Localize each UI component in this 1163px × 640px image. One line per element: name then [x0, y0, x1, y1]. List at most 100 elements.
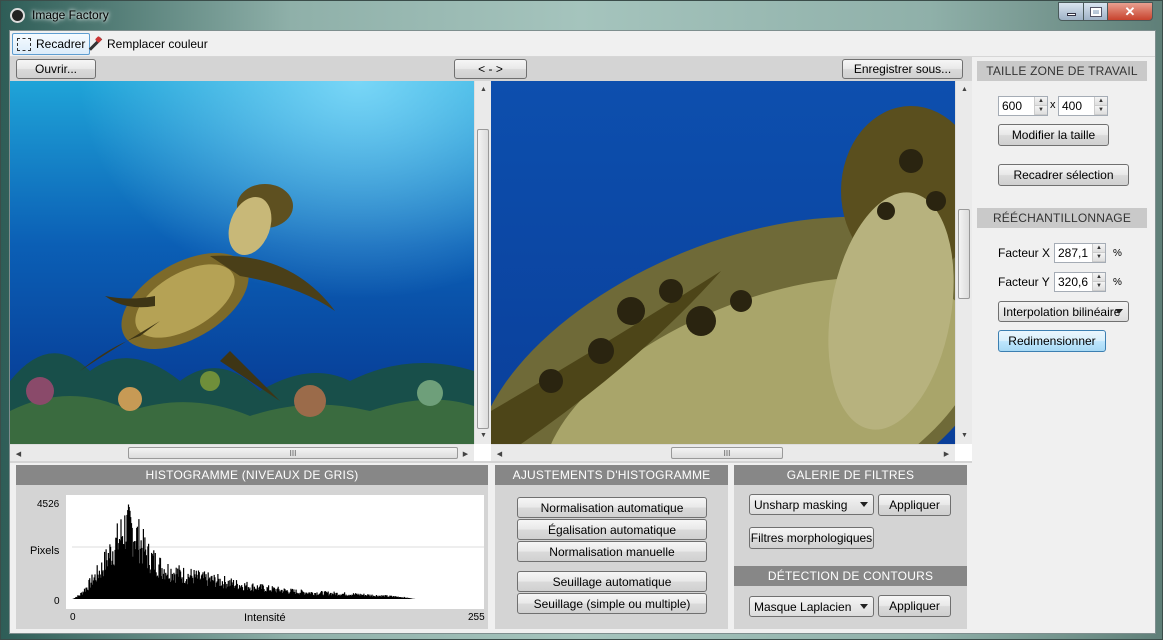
maximize-icon [1089, 6, 1102, 17]
y-axis-max: 4526 [37, 499, 60, 510]
scroll-down-arrow-icon[interactable]: ▼ [956, 427, 972, 444]
replace-color-label: Remplacer couleur [107, 37, 208, 51]
workspace-width-input[interactable]: 600 ▲ ▼ [998, 96, 1048, 116]
chevron-down-icon [1115, 309, 1123, 314]
crop-selection-icon [17, 37, 31, 51]
original-horizontal-scrollbar[interactable]: ◀ III ▶ [10, 444, 474, 461]
factor-x-input[interactable]: 287,1 ▲ ▼ [1054, 243, 1106, 263]
chevron-down-icon [860, 604, 868, 609]
workspace-height-input[interactable]: 400 ▲ ▼ [1058, 96, 1108, 116]
scroll-grip: III [723, 448, 731, 458]
original-image-viewer[interactable]: ▲ ▼ ◀ III ▶ [10, 81, 491, 461]
adjustments-panel: AJUSTEMENTS D'HISTOGRAMME Normalisation … [495, 465, 728, 629]
apply-filter-button[interactable]: Appliquer [878, 494, 951, 516]
crop-tool-label: Recadrer [36, 37, 86, 51]
manual-normalization-button[interactable]: Normalisation manuelle [517, 541, 707, 562]
open-button[interactable]: Ouvrir... [16, 59, 96, 79]
spin-down-icon[interactable]: ▼ [1035, 106, 1047, 115]
edge-detection-select[interactable]: Masque Laplacien [749, 596, 874, 617]
save-as-button[interactable]: Enregistrer sous... [842, 59, 963, 79]
scroll-thumb[interactable]: III [128, 447, 458, 459]
histogram-plot [72, 504, 484, 599]
resampling-header: RÉÉCHANTILLONNAGE [977, 208, 1147, 228]
spin-up-icon[interactable]: ▲ [1035, 97, 1047, 106]
factor-x-value: 287,1 [1058, 246, 1089, 260]
crop-tool-button[interactable]: Recadrer [12, 33, 91, 55]
scroll-down-arrow-icon[interactable]: ▼ [475, 427, 491, 444]
filter-select-value: Unsharp masking [754, 497, 848, 512]
scroll-thumb[interactable]: III [671, 447, 783, 459]
bottom-panel: HISTOGRAMME (NIVEAUX DE GRIS) 4526 Pixel… [10, 463, 972, 633]
factor-y-input[interactable]: 320,6 ▲ ▼ [1054, 272, 1106, 292]
filter-select[interactable]: Unsharp masking [749, 494, 874, 515]
height-spinner[interactable]: ▲ ▼ [1094, 97, 1107, 115]
threshold-multi-button[interactable]: Seuillage (simple ou multiple) [517, 593, 707, 614]
app-window: Image Factory ✕ Recadrer Remplacer coule… [0, 0, 1163, 640]
close-button[interactable]: ✕ [1107, 2, 1153, 21]
side-panel: TAILLE ZONE DE TRAVAIL 600 ▲ ▼ x 400 ▲ ▼ M… [972, 57, 1155, 633]
scroll-up-arrow-icon[interactable]: ▲ [475, 81, 491, 98]
y-axis-min: 0 [54, 596, 60, 607]
interpolation-select[interactable]: Interpolation bilinéaire [998, 301, 1129, 322]
workspace-size-header: TAILLE ZONE DE TRAVAIL [977, 61, 1147, 81]
client-area: Recadrer Remplacer couleur Ouvrir... < -… [9, 30, 1156, 634]
x-axis-max: 255 [468, 612, 485, 623]
x-axis-min: 0 [70, 612, 76, 623]
spin-up-icon[interactable]: ▲ [1093, 244, 1105, 253]
scroll-thumb[interactable] [477, 129, 489, 429]
spin-down-icon[interactable]: ▼ [1095, 106, 1107, 115]
modify-size-button[interactable]: Modifier la taille [998, 124, 1109, 146]
toolbar: Recadrer Remplacer couleur [10, 31, 1155, 57]
viewer-panel: Ouvrir... < - > Enregistrer sous... ▲ ▼ … [10, 57, 972, 463]
result-horizontal-scrollbar[interactable]: ◀ III ▶ [491, 444, 955, 461]
histogram-header: HISTOGRAMME (NIVEAUX DE GRIS) [16, 465, 488, 485]
auto-equalization-button[interactable]: Égalisation automatique [517, 519, 707, 540]
spin-down-icon[interactable]: ▼ [1093, 253, 1105, 262]
chevron-down-icon [860, 502, 868, 507]
histogram-chart [66, 495, 484, 609]
replace-color-tool-button[interactable]: Remplacer couleur [84, 33, 212, 55]
scroll-thumb[interactable] [958, 209, 970, 299]
adjustments-header: AJUSTEMENTS D'HISTOGRAMME [495, 465, 728, 485]
result-image-viewer[interactable]: ▲ ▼ ◀ III ▶ [491, 81, 972, 461]
auto-normalization-button[interactable]: Normalisation automatique [517, 497, 707, 518]
morphological-filters-button[interactable]: Filtres morphologiques [749, 527, 874, 549]
edge-detection-value: Masque Laplacien [754, 599, 852, 614]
factor-x-label: Facteur X [998, 246, 1051, 260]
original-image [10, 81, 474, 444]
spin-down-icon[interactable]: ▼ [1093, 282, 1105, 291]
filters-header: GALERIE DE FILTRES [734, 465, 967, 485]
y-axis-label: Pixels [30, 545, 60, 557]
maximize-button[interactable] [1083, 2, 1108, 21]
scroll-left-arrow-icon[interactable]: ◀ [491, 445, 508, 461]
auto-threshold-button[interactable]: Seuillage automatique [517, 571, 707, 592]
histogram-panel: HISTOGRAMME (NIVEAUX DE GRIS) 4526 Pixel… [16, 465, 488, 629]
resize-button[interactable]: Redimensionner [998, 330, 1106, 352]
factor-y-label: Facteur Y [998, 275, 1050, 289]
crop-selection-button[interactable]: Recadrer sélection [998, 164, 1129, 186]
scroll-up-arrow-icon[interactable]: ▲ [956, 81, 972, 98]
minimize-icon [1066, 13, 1076, 16]
scroll-right-arrow-icon[interactable]: ▶ [457, 445, 474, 461]
eyedropper-icon [88, 37, 102, 51]
scroll-right-arrow-icon[interactable]: ▶ [938, 445, 955, 461]
apply-edge-detection-button[interactable]: Appliquer [878, 595, 951, 617]
scroll-grip: III [289, 448, 297, 458]
spin-up-icon[interactable]: ▲ [1093, 273, 1105, 282]
width-spinner[interactable]: ▲ ▼ [1034, 97, 1047, 115]
factor-y-value: 320,6 [1058, 275, 1089, 289]
factor-x-spinner[interactable]: ▲ ▼ [1092, 244, 1105, 262]
scroll-left-arrow-icon[interactable]: ◀ [10, 445, 27, 461]
minimize-button[interactable] [1058, 2, 1084, 21]
swap-button[interactable]: < - > [454, 59, 527, 79]
result-vertical-scrollbar[interactable]: ▲ ▼ [955, 81, 972, 444]
size-separator: x [1050, 99, 1056, 111]
spin-up-icon[interactable]: ▲ [1095, 97, 1107, 106]
factor-y-unit: % [1113, 277, 1122, 288]
original-vertical-scrollbar[interactable]: ▲ ▼ [474, 81, 491, 444]
factor-y-spinner[interactable]: ▲ ▼ [1092, 273, 1105, 291]
factor-x-unit: % [1113, 248, 1122, 259]
close-icon: ✕ [1124, 3, 1136, 19]
app-camera-icon [10, 8, 25, 23]
title-bar: Image Factory ✕ [1, 1, 1162, 29]
